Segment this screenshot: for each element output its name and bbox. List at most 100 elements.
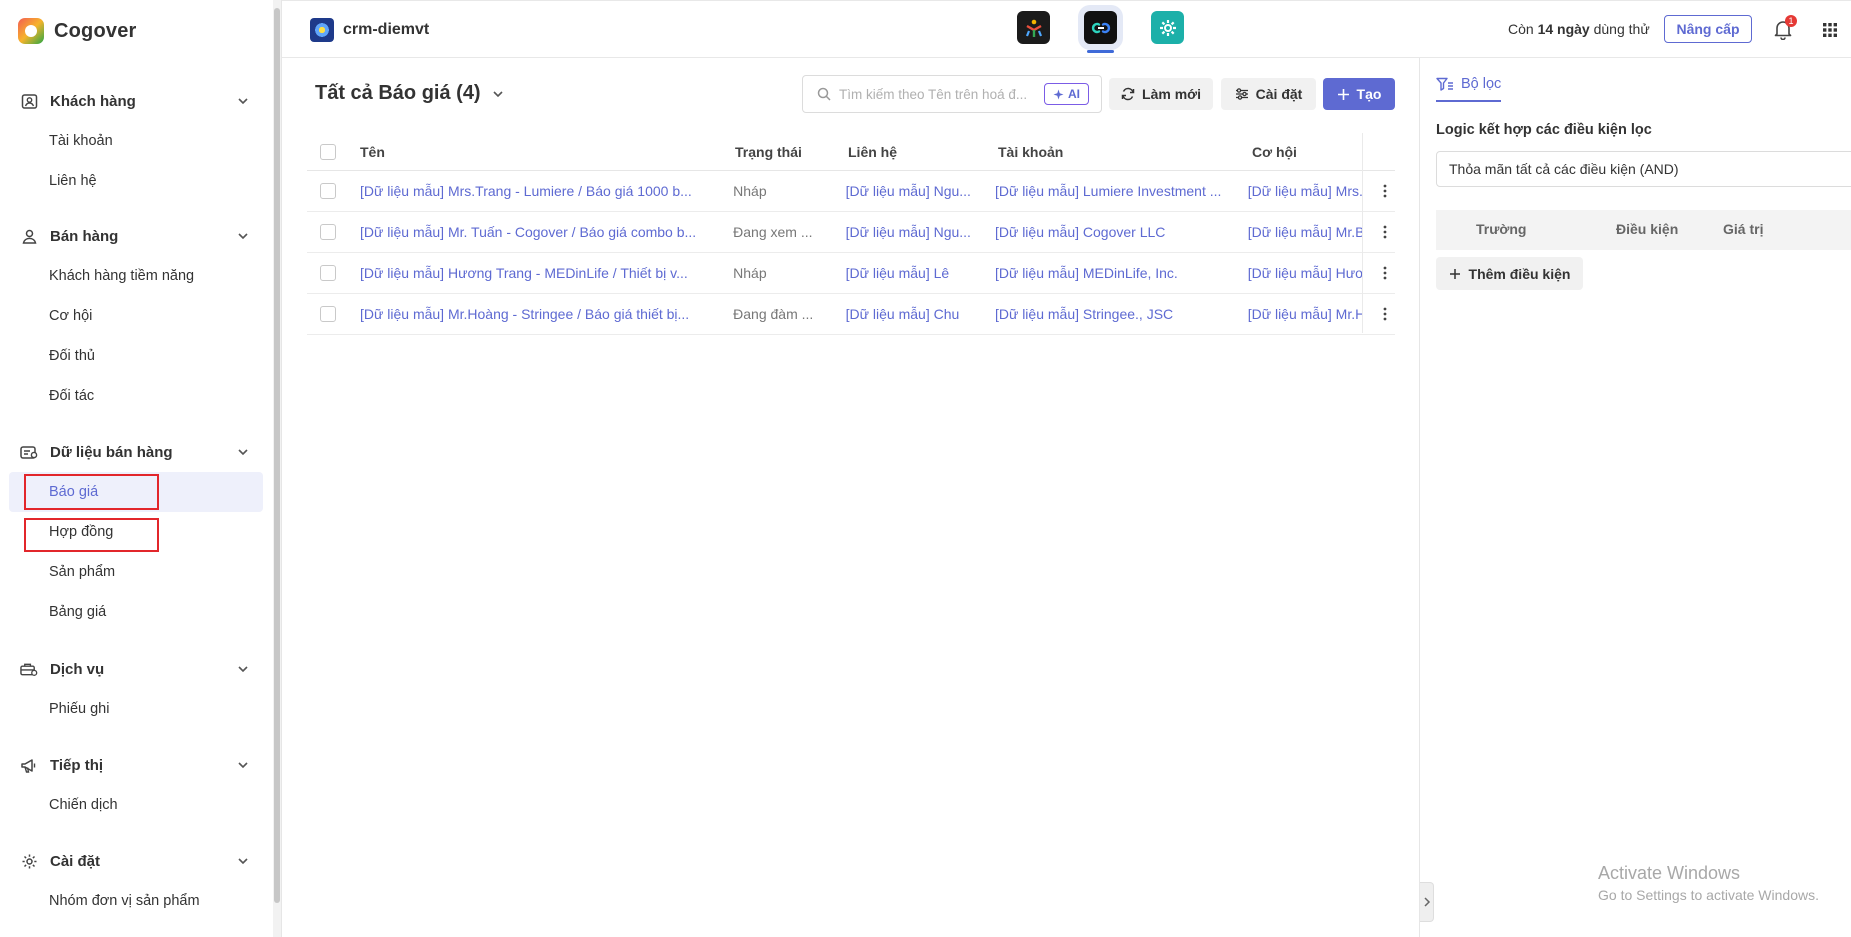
sidebar-group-header-sales[interactable]: Bán hàng — [0, 216, 272, 256]
table-row[interactable]: [Dữ liệu mẫu] Mr. Tuấn - Cogover / Báo g… — [307, 212, 1395, 253]
chevron-down-icon[interactable] — [236, 229, 250, 243]
sidebar-item-contacts[interactable]: Liên hệ — [0, 161, 272, 201]
contact-card-icon — [20, 92, 38, 110]
chevron-down-icon — [493, 90, 503, 97]
filter-tab-label: Bộ lọc — [1461, 76, 1502, 92]
column-header-name[interactable]: Tên — [360, 144, 735, 160]
view-selector[interactable]: Tất cả Báo giá (4) — [315, 82, 505, 105]
app-people-icon[interactable] — [1017, 11, 1050, 44]
sidebar-item-campaigns[interactable]: Chiến dịch — [0, 785, 272, 825]
row-more-icon[interactable] — [1375, 181, 1395, 201]
sidebar-item-leads[interactable]: Khách hàng tiềm năng — [0, 256, 272, 296]
sidebar-group-customers: Khách hàng Tài khoản Liên hệ — [0, 81, 272, 201]
sidebar-item-products[interactable]: Sản phẩm — [0, 552, 272, 592]
tab-filter[interactable]: Bộ lọc — [1436, 76, 1502, 102]
quote-contact-link[interactable]: [Dữ liệu mẫu] Ngu... — [846, 183, 995, 199]
chevron-down-icon[interactable] — [236, 94, 250, 108]
app-settings-gear-icon[interactable] — [1151, 11, 1184, 44]
quote-name-link[interactable]: [Dữ liệu mẫu] Mr. Tuấn - Cogover / Báo g… — [360, 224, 733, 240]
sidebar: Cogover Khách hàng Tài khoản Liên hệ Bán… — [0, 0, 282, 937]
sliders-icon — [1235, 88, 1248, 100]
quote-opportunity-link[interactable]: [Dữ liệu mẫu] Mrs. — [1248, 183, 1363, 199]
add-condition-button[interactable]: Thêm điều kiện — [1436, 257, 1583, 290]
search-box[interactable]: Tìm kiếm theo Tên trên hoá đ... AI — [802, 75, 1102, 113]
chevron-down-icon[interactable] — [236, 445, 250, 459]
sidebar-item-price-lists[interactable]: Bảng giá — [0, 592, 272, 632]
table-row[interactable]: [Dữ liệu mẫu] Mr.Hoàng - Stringee / Báo … — [307, 294, 1395, 335]
row-checkbox[interactable] — [320, 265, 336, 281]
sidebar-group-label: Cài đặt — [50, 852, 101, 870]
app-grid-icon[interactable] — [1823, 23, 1837, 37]
sidebar-item-tickets[interactable]: Phiếu ghi — [0, 689, 272, 729]
column-header-field: Trường — [1476, 221, 1527, 237]
brand[interactable]: Cogover — [18, 18, 137, 44]
column-header-contact[interactable]: Liên hệ — [848, 144, 998, 160]
ai-search-button[interactable]: AI — [1044, 83, 1089, 105]
row-checkbox[interactable] — [320, 224, 336, 240]
sidebar-scrollbar[interactable] — [273, 0, 281, 937]
sidebar-group-header-service[interactable]: Dịch vụ — [0, 649, 272, 689]
settings-button[interactable]: Cài đặt — [1221, 78, 1316, 110]
sidebar-group-label: Bán hàng — [50, 227, 119, 245]
quote-status: Nháp — [733, 183, 767, 199]
panel-collapse-toggle[interactable] — [1420, 882, 1434, 922]
chevron-down-icon[interactable] — [236, 854, 250, 868]
logic-label: Logic kết hợp các điều kiện lọc — [1436, 122, 1652, 138]
database-card-icon — [20, 443, 38, 461]
sidebar-group-header-marketing[interactable]: Tiếp thị — [0, 745, 272, 785]
search-input[interactable]: Tìm kiếm theo Tên trên hoá đ... — [839, 87, 1039, 102]
workspace-switcher[interactable]: crm-diemvt — [310, 18, 429, 42]
quote-name-link[interactable]: [Dữ liệu mẫu] Hương Trang - MEDinLife / … — [360, 265, 733, 281]
quote-status: Đang đàm ... — [733, 306, 814, 322]
watermark-line-2: Go to Settings to activate Windows. — [1598, 887, 1819, 903]
row-checkbox[interactable] — [320, 183, 336, 199]
quote-name-link[interactable]: [Dữ liệu mẫu] Mrs.Trang - Lumiere / Báo … — [360, 183, 733, 199]
quote-opportunity-link[interactable]: [Dữ liệu mẫu] Mr.H — [1248, 306, 1363, 322]
quote-opportunity-link[interactable]: [Dữ liệu mẫu] Mr.B — [1248, 224, 1363, 240]
sidebar-item-opportunities[interactable]: Cơ hội — [0, 296, 272, 336]
page-title: Tất cả Báo giá (4) — [315, 82, 481, 104]
quote-contact-link[interactable]: [Dữ liệu mẫu] Lê — [846, 265, 995, 281]
quotes-table: Tên Trạng thái Liên hệ Tài khoản Cơ hội … — [307, 133, 1395, 335]
brand-name: Cogover — [54, 19, 137, 42]
trial-days: 14 ngày — [1537, 21, 1590, 37]
column-header-opportunity[interactable]: Cơ hội — [1252, 144, 1368, 160]
row-checkbox[interactable] — [320, 306, 336, 322]
column-header-account[interactable]: Tài khoản — [998, 144, 1252, 160]
chevron-down-icon[interactable] — [236, 758, 250, 772]
create-button[interactable]: Tạo — [1323, 78, 1395, 110]
column-header-status[interactable]: Trạng thái — [735, 144, 848, 160]
user-handshake-icon — [20, 227, 38, 245]
sidebar-group-header-settings[interactable]: Cài đặt — [0, 841, 272, 881]
sidebar-item-product-unit-groups[interactable]: Nhóm đơn vị sản phẩm — [0, 881, 272, 921]
refresh-button[interactable]: Làm mới — [1109, 78, 1213, 110]
main-content: Tất cả Báo giá (4) Tìm kiếm theo Tên trê… — [282, 58, 1419, 937]
sidebar-group-header-customers[interactable]: Khách hàng — [0, 81, 272, 121]
quote-account-link[interactable]: [Dữ liệu mẫu] MEDinLife, Inc. — [995, 265, 1248, 281]
sidebar-group-header-sales-data[interactable]: Dữ liệu bán hàng — [0, 432, 272, 472]
sidebar-group-label: Khách hàng — [50, 92, 136, 110]
quote-name-link[interactable]: [Dữ liệu mẫu] Mr.Hoàng - Stringee / Báo … — [360, 306, 733, 322]
sidebar-item-competitors[interactable]: Đối thủ — [0, 336, 272, 376]
app-crm-link-icon[interactable] — [1084, 11, 1117, 53]
trial-suffix: dùng thử — [1589, 21, 1650, 37]
quote-account-link[interactable]: [Dữ liệu mẫu] Lumiere Investment ... — [995, 183, 1248, 199]
sidebar-scrollbar-thumb[interactable] — [274, 8, 280, 903]
quote-account-link[interactable]: [Dữ liệu mẫu] Stringee., JSC — [995, 306, 1248, 322]
sidebar-item-partners[interactable]: Đối tác — [0, 376, 272, 416]
chevron-down-icon[interactable] — [236, 662, 250, 676]
table-row[interactable]: [Dữ liệu mẫu] Hương Trang - MEDinLife / … — [307, 253, 1395, 294]
quote-contact-link[interactable]: [Dữ liệu mẫu] Chu — [846, 306, 995, 322]
row-more-icon[interactable] — [1375, 304, 1395, 324]
row-more-icon[interactable] — [1375, 222, 1395, 242]
table-row[interactable]: [Dữ liệu mẫu] Mrs.Trang - Lumiere / Báo … — [307, 171, 1395, 212]
quote-opportunity-link[interactable]: [Dữ liệu mẫu] Hươi — [1248, 265, 1363, 281]
upgrade-button[interactable]: Nâng cấp — [1664, 15, 1752, 43]
select-all-checkbox[interactable] — [320, 143, 336, 160]
quote-contact-link[interactable]: [Dữ liệu mẫu] Ngu... — [846, 224, 995, 240]
row-more-icon[interactable] — [1375, 263, 1395, 283]
quote-account-link[interactable]: [Dữ liệu mẫu] Cogover LLC — [995, 224, 1248, 240]
logic-select[interactable]: Thỏa mãn tất cả các điều kiện (AND) — [1436, 151, 1851, 187]
sidebar-item-accounts[interactable]: Tài khoản — [0, 121, 272, 161]
refresh-icon — [1121, 87, 1135, 101]
